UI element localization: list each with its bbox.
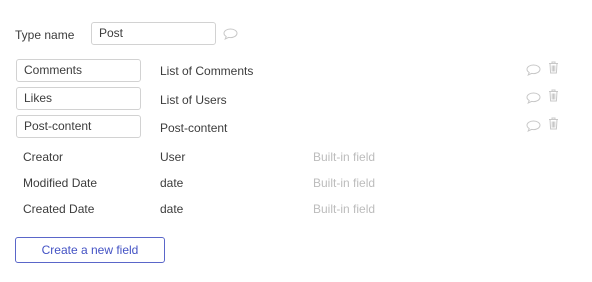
type-name-label: Type name bbox=[15, 28, 75, 42]
builtin-field-note: Built-in field bbox=[313, 150, 376, 164]
comment-bubble-icon[interactable] bbox=[526, 120, 541, 132]
field-type[interactable]: List of Users bbox=[160, 93, 227, 107]
field-type[interactable]: List of Comments bbox=[160, 64, 253, 78]
builtin-field-type: date bbox=[160, 176, 184, 190]
builtin-field-name: Created Date bbox=[23, 202, 95, 216]
trash-icon[interactable] bbox=[548, 61, 559, 74]
comment-bubble-icon[interactable] bbox=[526, 92, 541, 104]
field-name-input[interactable]: Post-content bbox=[16, 115, 141, 138]
builtin-field-note: Built-in field bbox=[313, 202, 376, 216]
builtin-field-note: Built-in field bbox=[313, 176, 376, 190]
trash-icon[interactable] bbox=[548, 117, 559, 130]
comment-bubble-icon[interactable] bbox=[526, 64, 541, 76]
trash-icon[interactable] bbox=[548, 89, 559, 102]
field-name-input[interactable]: Likes bbox=[16, 87, 141, 110]
builtin-field-name: Modified Date bbox=[23, 176, 98, 190]
field-type[interactable]: Post-content bbox=[160, 121, 227, 135]
create-new-field-button[interactable]: Create a new field bbox=[15, 237, 165, 263]
builtin-field-type: User bbox=[160, 150, 186, 164]
builtin-field-name: Creator bbox=[23, 150, 64, 164]
comment-bubble-icon[interactable] bbox=[223, 28, 238, 40]
builtin-field-type: date bbox=[160, 202, 184, 216]
field-name-input[interactable]: Comments bbox=[16, 59, 141, 82]
type-name-input[interactable]: Post bbox=[91, 22, 216, 45]
